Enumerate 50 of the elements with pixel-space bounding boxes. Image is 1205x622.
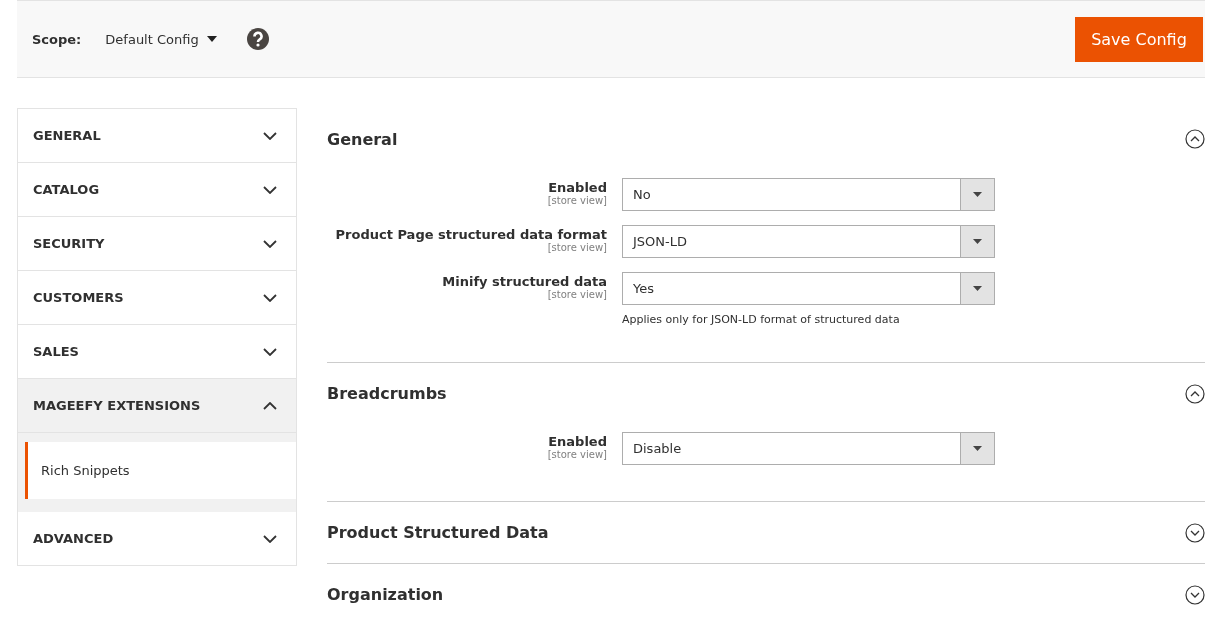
select-field[interactable]: Yes [622, 272, 995, 305]
help-icon[interactable] [246, 28, 269, 50]
expand-icon [1185, 584, 1205, 605]
caret-icon [973, 446, 982, 451]
chevron-down-icon [263, 131, 277, 140]
sidebar-section-label: SALES [33, 344, 79, 359]
section-header[interactable]: Organization [327, 564, 1205, 622]
expand-icon [1185, 522, 1205, 543]
scope-label: Scope: [32, 31, 82, 47]
chevron-down-icon [263, 293, 277, 302]
collapse-icon [1185, 383, 1205, 404]
field-label: Enabled [548, 180, 607, 195]
section-title: Product Structured Data [327, 523, 549, 542]
field-note: Applies only for JSON-LD format of structured data [622, 313, 901, 326]
caret-icon [973, 286, 982, 291]
section-header[interactable]: Product Structured Data [327, 502, 1205, 563]
caret-icon [973, 239, 982, 244]
field-label: Product Page structured data format [335, 227, 607, 242]
sidebar-section-label: SECURITY [33, 236, 105, 251]
chevron-down-icon [263, 239, 277, 248]
caret-icon [973, 192, 982, 197]
caret-icon [206, 36, 217, 42]
section-header[interactable]: Breadcrumbs [327, 363, 1205, 424]
field-label: Enabled [548, 434, 607, 449]
sidebar-section-label: CATALOG [33, 182, 100, 197]
select-field[interactable]: No [622, 178, 995, 211]
chevron-down-icon [263, 534, 277, 543]
scope-dropdown[interactable]: Default Config [105, 31, 217, 47]
sidebar-section-label: CUSTOMERS [33, 290, 124, 305]
select-field[interactable]: Disable [622, 432, 995, 465]
chevron-up-icon [263, 401, 277, 410]
collapse-icon [1185, 129, 1205, 149]
scope-note: [store view] [547, 242, 607, 253]
sidebar-link[interactable]: Rich Snippets [25, 442, 296, 499]
section-header[interactable]: General [327, 108, 1205, 170]
section-title: Organization [327, 585, 444, 604]
scope-note: [store view] [547, 449, 607, 460]
chevron-down-icon [263, 185, 277, 194]
sidebar-section-label: ADVANCED [33, 531, 114, 546]
save-config-button[interactable]: Save Config [1075, 17, 1203, 62]
sidebar-section[interactable]: MAGEEFY EXTENSIONS [18, 379, 296, 433]
select-field[interactable]: JSON-LD [622, 225, 995, 258]
sidebar-section-label: MAGEEFY EXTENSIONS [33, 398, 201, 413]
section-title: Breadcrumbs [327, 384, 447, 403]
field-label: Minify structured data [442, 274, 607, 289]
chevron-down-icon [263, 347, 277, 356]
scope-note: [store view] [547, 289, 607, 300]
section-title: General [327, 129, 398, 149]
sidebar-section-label: GENERAL [33, 128, 101, 143]
scope-note: [store view] [547, 195, 607, 206]
